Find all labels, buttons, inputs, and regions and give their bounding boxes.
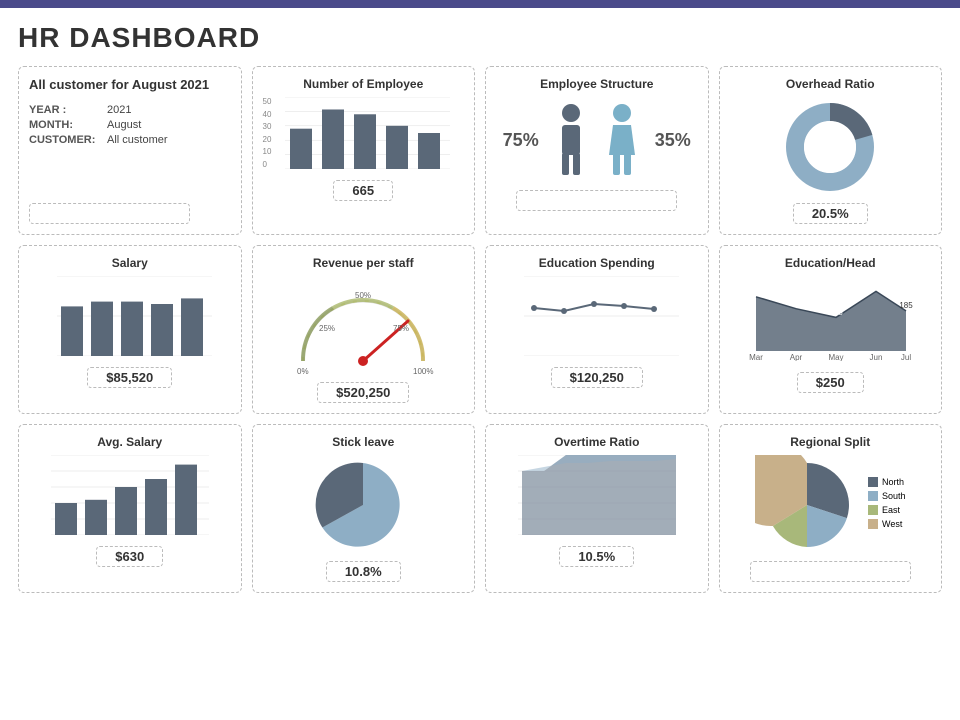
legend-label-east: East	[882, 505, 900, 515]
card11-title: Overtime Ratio	[554, 435, 639, 449]
svg-text:25%: 25%	[319, 324, 335, 333]
row-3: Avg. Salary 50 40 30 20 10 0	[18, 424, 942, 593]
svg-text:Jul: Jul	[900, 353, 910, 361]
svg-text:100%: 100%	[413, 367, 433, 376]
female-icon	[603, 103, 641, 178]
page-title: HR DASHBOARD	[18, 22, 942, 54]
male-icon	[552, 103, 590, 178]
svg-text:195: 195	[789, 299, 803, 308]
regional-legend: North South East West	[868, 477, 906, 533]
card-overtime: Overtime Ratio 50 40 30 20 10 0	[485, 424, 709, 593]
male-pct: 75%	[503, 130, 539, 151]
edu-head-chart: 250 195 155 275 185 Mar Apr May Jun Jul	[746, 276, 914, 361]
legend-dot-north	[868, 477, 878, 487]
card-revenue: Revenue per staff 0% 25% 50% 75% 100	[252, 245, 476, 414]
female-pct: 35%	[655, 130, 691, 151]
card6-value: $520,250	[317, 382, 409, 403]
card5-title: Salary	[112, 256, 148, 270]
card-stick-leave: Stick leave 10.8%	[252, 424, 476, 593]
card9-value: $630	[96, 546, 163, 567]
card8-value: $250	[797, 372, 864, 393]
svg-text:185: 185	[899, 301, 913, 310]
month-label: MONTH:	[29, 119, 101, 131]
month-val: August	[107, 119, 141, 131]
card10-value: 10.8%	[326, 561, 401, 582]
card-avg-salary: Avg. Salary 50 40 30 20 10 0	[18, 424, 242, 593]
card1-value	[29, 203, 190, 224]
legend-south: South	[868, 491, 906, 501]
svg-text:0%: 0%	[297, 367, 309, 376]
svg-text:May: May	[828, 353, 843, 361]
stick-leave-pie	[303, 455, 423, 555]
svg-text:155: 155	[829, 308, 843, 317]
avg-salary-chart: 50 40 30 20 10 0 Mar Apr May Jun J	[51, 455, 209, 535]
card-edu-head: Education/Head 250 195	[719, 245, 943, 414]
svg-text:275: 275	[869, 282, 883, 291]
legend-label-north: North	[882, 477, 904, 487]
emp-struct: 75% 35%	[496, 97, 698, 184]
legend-north: North	[868, 477, 906, 487]
svg-text:50%: 50%	[355, 291, 371, 300]
card8-title: Education/Head	[785, 256, 876, 270]
card12-title: Regional Split	[790, 435, 870, 449]
year-val: 2021	[107, 104, 131, 116]
card12-value	[750, 561, 911, 582]
regional-pie	[755, 455, 860, 555]
card1-title: All customer for August 2021	[29, 77, 209, 92]
card1-info: YEAR : 2021 MONTH: August CUSTOMER: All cus…	[29, 104, 168, 149]
card3-value	[516, 190, 677, 211]
year-label: YEAR :	[29, 104, 101, 116]
card-num-employee: Number of Employee 01020304050	[252, 66, 476, 235]
card10-title: Stick leave	[332, 435, 394, 449]
overtime-chart: 50 40 30 20 10 0 Mar Apr May Jun Jul	[518, 455, 676, 535]
gauge-chart: 0% 25% 50% 75% 100%	[283, 276, 443, 376]
card5-value: $85,520	[87, 367, 172, 388]
legend-west: West	[868, 519, 906, 529]
customer-val: All customer	[107, 134, 168, 146]
page: HR DASHBOARD All customer for August 202…	[0, 8, 960, 607]
svg-text:75%: 75%	[393, 324, 409, 333]
legend-dot-east	[868, 505, 878, 515]
donut-chart	[780, 97, 880, 197]
card4-title: Overhead Ratio	[786, 77, 875, 91]
card7-title: Education Spending	[539, 256, 655, 270]
svg-text:Apr: Apr	[789, 353, 802, 361]
card2-chart: Mar Apr May Jun Jul	[285, 97, 450, 169]
card3-title: Employee Structure	[540, 77, 653, 91]
legend-dot-south	[868, 491, 878, 501]
card7-value: $120,250	[551, 367, 643, 388]
salary-chart: 100% 50% 0% Mar Apr May Jun Jul	[57, 276, 212, 356]
card-all-customer: All customer for August 2021 YEAR : 2021 …	[18, 66, 242, 235]
card-salary: Salary 100% 50% 0% Mar Apr	[18, 245, 242, 414]
row-1: All customer for August 2021 YEAR : 2021 …	[18, 66, 942, 235]
legend-east: East	[868, 505, 906, 515]
card-overhead: Overhead Ratio 20.5%	[719, 66, 943, 235]
card6-title: Revenue per staff	[313, 256, 414, 270]
card11-value: 10.5%	[559, 546, 634, 567]
legend-dot-west	[868, 519, 878, 529]
regional-pie-wrap: North South East West	[730, 455, 932, 555]
svg-text:Mar: Mar	[749, 353, 763, 361]
card-emp-structure: Employee Structure 75% 35%	[485, 66, 709, 235]
top-bar	[0, 0, 960, 8]
card2-value: 665	[333, 180, 393, 201]
svg-text:250: 250	[749, 287, 763, 296]
card4-value: 20.5%	[793, 203, 868, 224]
legend-label-south: South	[882, 491, 906, 501]
legend-label-west: West	[882, 519, 902, 529]
customer-label: CUSTOMER:	[29, 134, 101, 146]
card-regional-split: Regional Split	[719, 424, 943, 593]
card-edu-spending: Education Spending 100% 50% 0% Mar	[485, 245, 709, 414]
svg-text:Jun: Jun	[869, 353, 882, 361]
edu-spending-chart: 100% 50% 0% Mar Apr May Jun Jul	[524, 276, 679, 356]
row-2: Salary 100% 50% 0% Mar Apr	[18, 245, 942, 414]
card2-title: Number of Employee	[303, 77, 423, 91]
card9-title: Avg. Salary	[97, 435, 162, 449]
